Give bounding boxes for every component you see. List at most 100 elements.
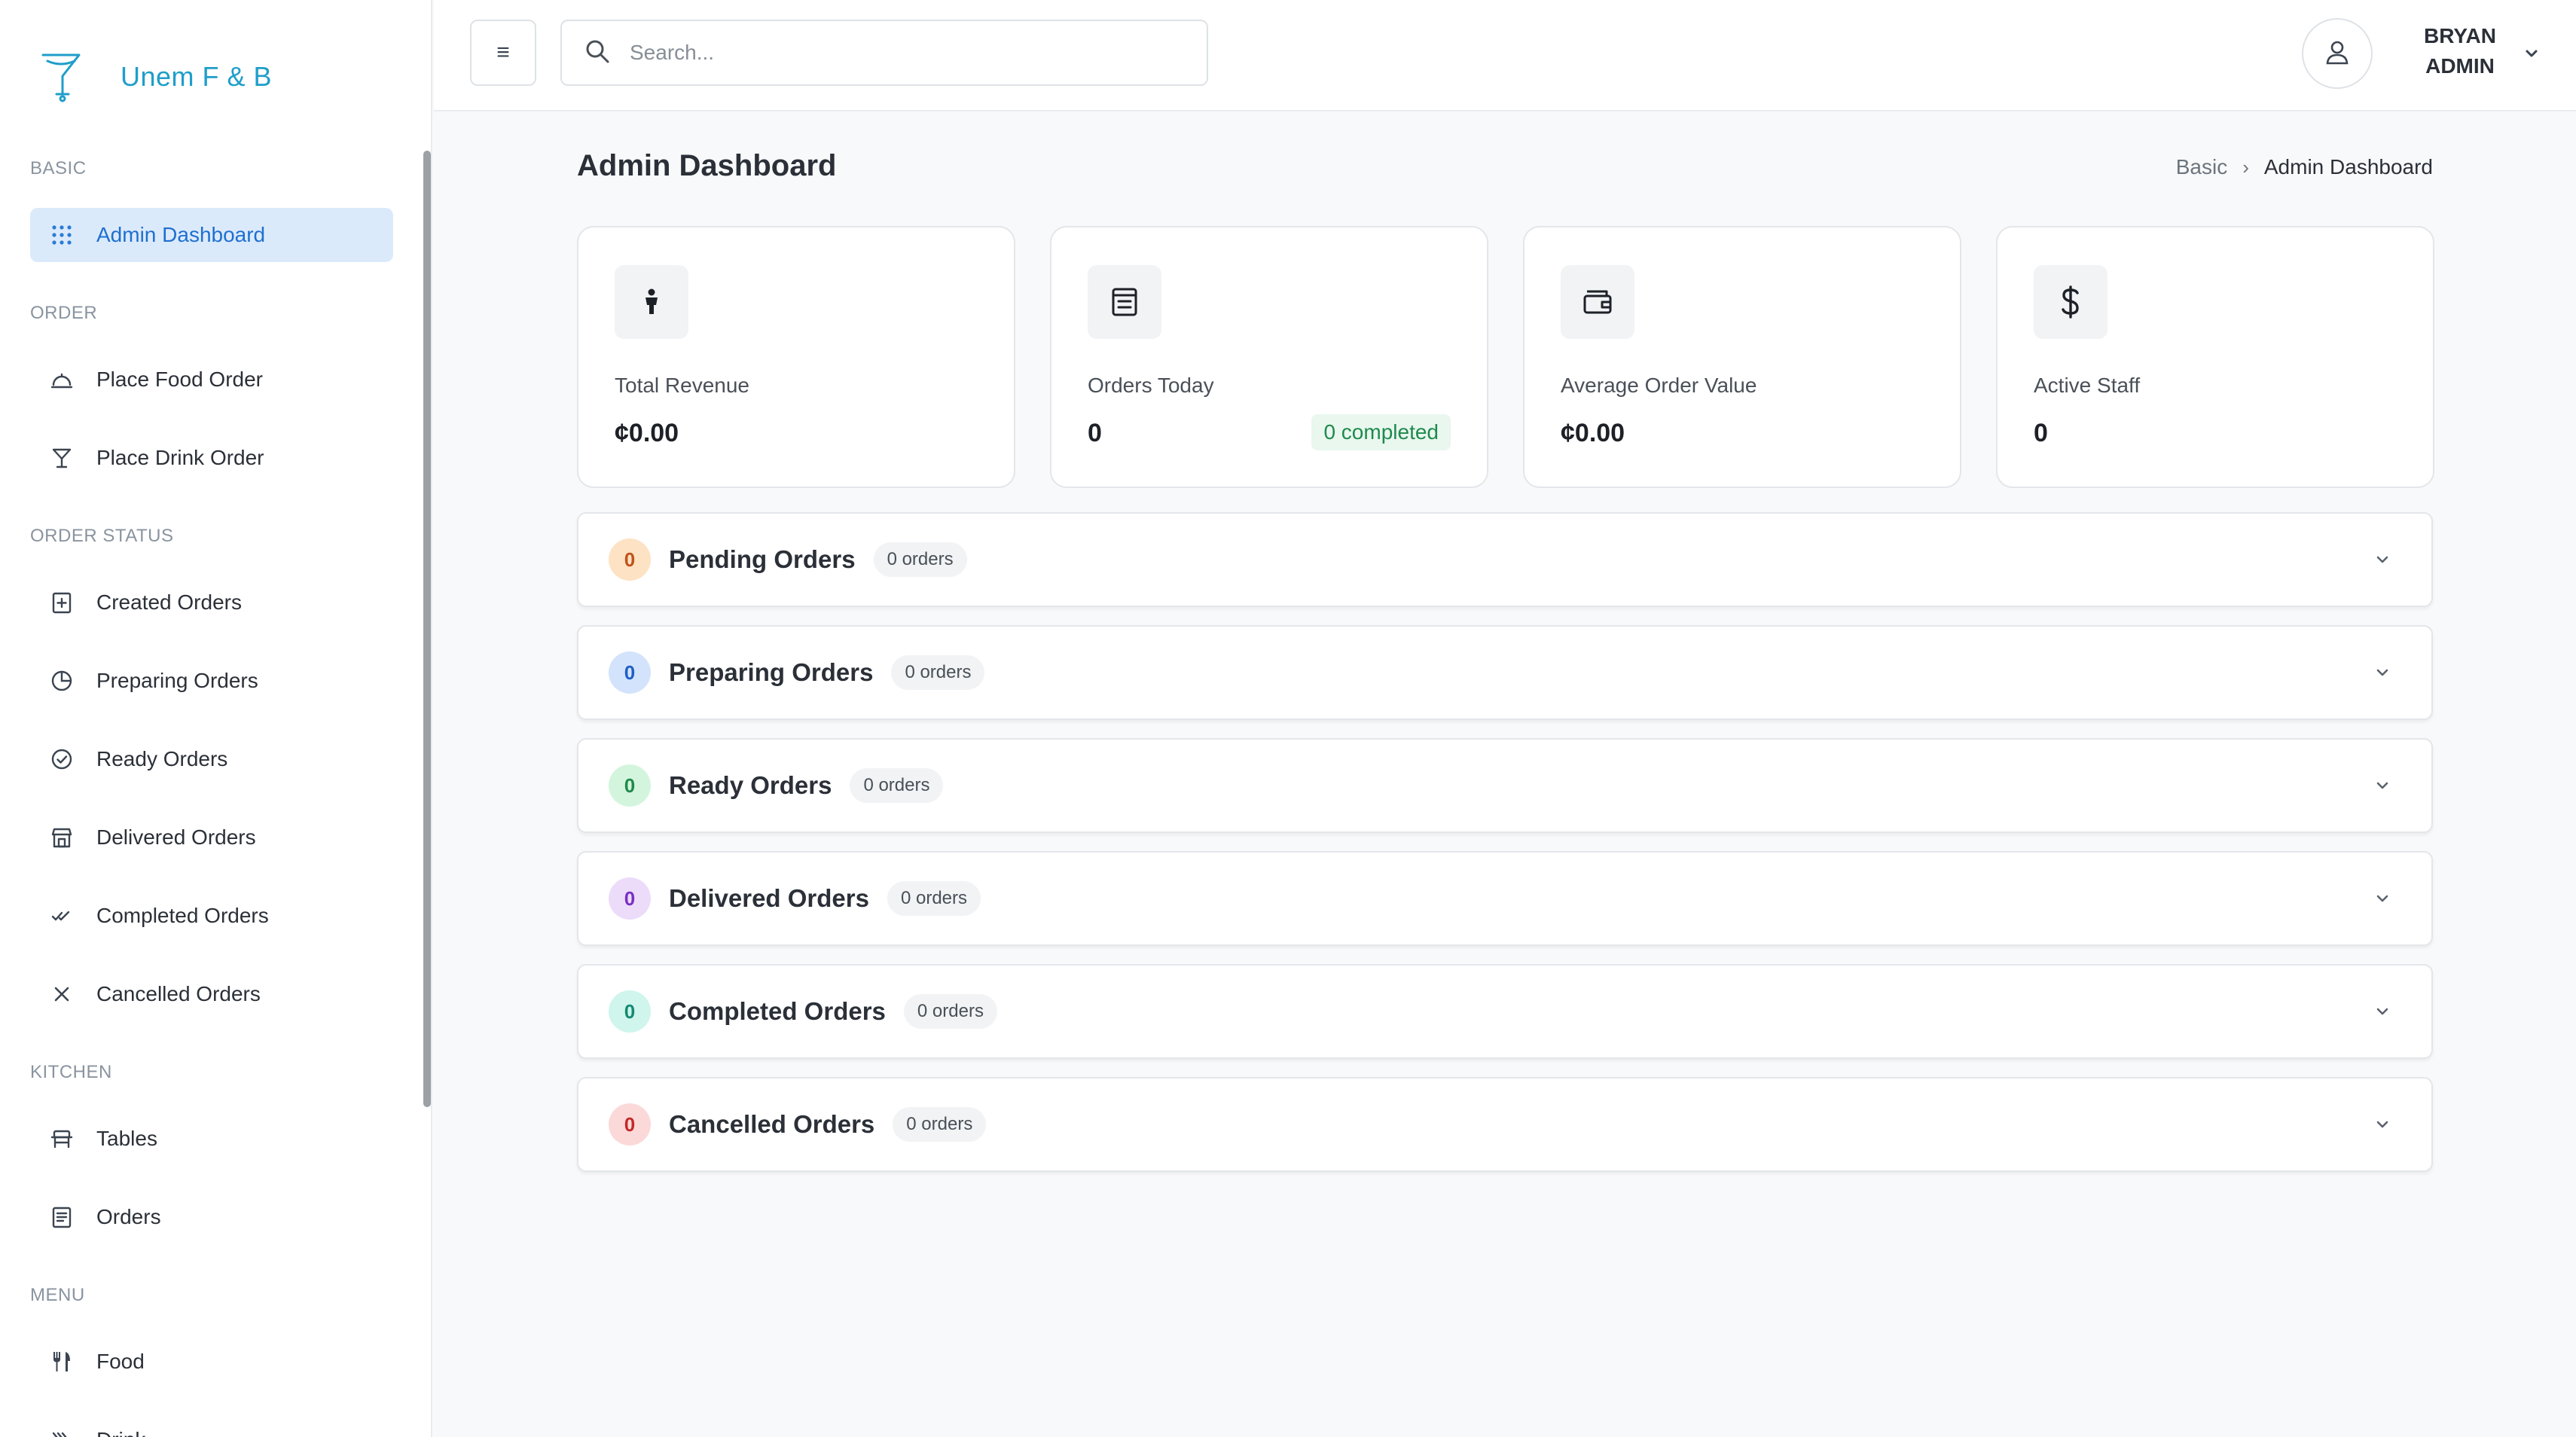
sidebar-item-place-food-order[interactable]: Place Food Order xyxy=(30,352,393,407)
sidebar-item-orders[interactable]: Orders xyxy=(30,1190,393,1244)
breadcrumb-item-current: Admin Dashboard xyxy=(2263,155,2433,178)
sidebar-item-label: Cancelled Orders xyxy=(96,982,261,1005)
user-icon xyxy=(2324,38,2351,69)
breadcrumb-item-basic[interactable]: Basic xyxy=(2176,155,2227,179)
chevron-down-icon[interactable] xyxy=(2520,42,2543,65)
stat-label: Total Revenue xyxy=(615,374,750,397)
brand-name: Unem F & B xyxy=(121,61,273,92)
completed-badge: 0 completed xyxy=(1311,414,1451,450)
stat-card-total-revenue: Total Revenue ¢0.00 xyxy=(577,226,1015,488)
sidebar-item-food[interactable]: Food xyxy=(30,1335,393,1389)
sidebar-item-completed-orders[interactable]: Completed Orders xyxy=(30,889,393,943)
stat-value: 0 xyxy=(1088,419,1102,447)
order-count-pill: 0 orders xyxy=(891,655,985,690)
chevron-down-icon[interactable] xyxy=(2371,887,2394,910)
order-panel-title: Pending Orders xyxy=(669,545,856,573)
sidebar-item-created-orders[interactable]: Created Orders xyxy=(30,575,393,630)
chevron-down-icon[interactable] xyxy=(2371,548,2394,571)
cloche-icon xyxy=(50,368,74,392)
section-label-order-status: ORDER STATUS xyxy=(30,526,174,546)
sidebar-item-label: Completed Orders xyxy=(96,904,269,927)
order-count-pill: 0 orders xyxy=(903,994,997,1029)
chevron-down-icon[interactable] xyxy=(2371,774,2394,797)
order-count-badge: 0 xyxy=(609,538,651,581)
topbar: ≡ BRYAN ADMIN xyxy=(434,0,2576,111)
order-count-badge: 0 xyxy=(609,764,651,807)
order-panel-cancelled[interactable]: 0 Cancelled Orders 0 orders xyxy=(577,1077,2433,1172)
drink-icon xyxy=(50,1428,74,1437)
stat-card-orders-today: Orders Today 0 0 completed xyxy=(1050,226,1488,488)
order-count-pill: 0 orders xyxy=(893,1107,987,1142)
order-panel-completed[interactable]: 0 Completed Orders 0 orders xyxy=(577,964,2433,1059)
sidebar-item-preparing-orders[interactable]: Preparing Orders xyxy=(30,654,393,708)
order-panel-ready[interactable]: 0 Ready Orders 0 orders xyxy=(577,738,2433,833)
order-panel-title: Delivered Orders xyxy=(669,884,869,912)
sidebar-item-label: Food xyxy=(96,1350,145,1373)
order-panel-delivered[interactable]: 0 Delivered Orders 0 orders xyxy=(577,851,2433,946)
section-label-order: ORDER xyxy=(30,303,98,323)
cocktail-logo-icon xyxy=(38,48,84,105)
clock-icon xyxy=(50,669,74,693)
search-icon xyxy=(584,38,610,68)
sidebar-item-label: Place Food Order xyxy=(96,368,263,391)
sidebar-scrollbar[interactable] xyxy=(423,151,431,1107)
order-count-pill: 0 orders xyxy=(850,768,944,803)
stat-label: Active Staff xyxy=(2034,374,2141,397)
receipt-icon xyxy=(1088,265,1161,339)
sidebar-item-label: Created Orders xyxy=(96,590,242,614)
menu-toggle-button[interactable]: ≡ xyxy=(470,20,536,86)
stat-label: Average Order Value xyxy=(1561,374,1757,397)
stat-value: 0 xyxy=(2034,419,2048,447)
clipboard-icon xyxy=(50,1205,74,1229)
sidebar-item-drink[interactable]: Drink xyxy=(30,1413,393,1437)
order-count-badge: 0 xyxy=(609,651,651,694)
user-name-line2: ADMIN xyxy=(2425,54,2495,78)
hamburger-icon: ≡ xyxy=(496,40,510,65)
utensils-icon xyxy=(50,1350,74,1374)
chevron-down-icon[interactable] xyxy=(2371,1113,2394,1136)
order-count-pill: 0 orders xyxy=(873,542,967,577)
x-icon xyxy=(50,982,74,1006)
sidebar-item-label: Admin Dashboard xyxy=(96,223,266,246)
section-label-basic: BASIC xyxy=(30,158,87,178)
search-box[interactable] xyxy=(560,20,1208,86)
sidebar-item-delivered-orders[interactable]: Delivered Orders xyxy=(30,810,393,865)
sidebar-item-label: Drink xyxy=(96,1428,145,1437)
sidebar-item-label: Place Drink Order xyxy=(96,446,264,469)
sidebar-item-label: Delivered Orders xyxy=(96,825,256,849)
order-count-pill: 0 orders xyxy=(887,881,981,916)
sidebar: Unem F & B BASIC Admin Dashboard ORDER P… xyxy=(0,0,432,1437)
user-name[interactable]: BRYAN ADMIN xyxy=(2415,21,2505,81)
chevron-down-icon[interactable] xyxy=(2371,661,2394,684)
search-input[interactable] xyxy=(630,41,1157,65)
user-avatar[interactable] xyxy=(2302,18,2373,89)
page-title: Admin Dashboard xyxy=(577,149,837,182)
chevron-down-icon[interactable] xyxy=(2371,1000,2394,1023)
sidebar-item-place-drink-order[interactable]: Place Drink Order xyxy=(30,431,393,485)
sidebar-item-cancelled-orders[interactable]: Cancelled Orders xyxy=(30,967,393,1021)
dollar-icon xyxy=(2034,265,2107,339)
section-label-kitchen: KITCHEN xyxy=(30,1062,112,1082)
order-panel-preparing[interactable]: 0 Preparing Orders 0 orders xyxy=(577,625,2433,720)
order-panel-title: Preparing Orders xyxy=(669,658,874,686)
double-check-icon xyxy=(50,904,74,928)
sidebar-item-ready-orders[interactable]: Ready Orders xyxy=(30,732,393,786)
sidebar-item-label: Preparing Orders xyxy=(96,669,258,692)
person-icon xyxy=(615,265,688,339)
user-name-line1: BRYAN xyxy=(2424,24,2496,47)
sidebar-item-tables[interactable]: Tables xyxy=(30,1112,393,1166)
stat-card-active-staff: Active Staff 0 xyxy=(1996,226,2434,488)
order-panel-title: Cancelled Orders xyxy=(669,1110,875,1138)
check-circle-icon xyxy=(50,747,74,771)
sidebar-item-label: Tables xyxy=(96,1127,157,1150)
brand[interactable]: Unem F & B xyxy=(38,48,272,105)
stat-value: ¢0.00 xyxy=(1561,419,1625,447)
order-count-badge: 0 xyxy=(609,990,651,1033)
table-icon xyxy=(50,1127,74,1151)
order-count-badge: 0 xyxy=(609,1103,651,1146)
grid-icon xyxy=(50,223,74,247)
order-panel-pending[interactable]: 0 Pending Orders 0 orders xyxy=(577,512,2433,607)
sidebar-item-admin-dashboard[interactable]: Admin Dashboard xyxy=(30,208,393,262)
order-count-badge: 0 xyxy=(609,877,651,920)
breadcrumb-separator: › xyxy=(2242,155,2249,178)
